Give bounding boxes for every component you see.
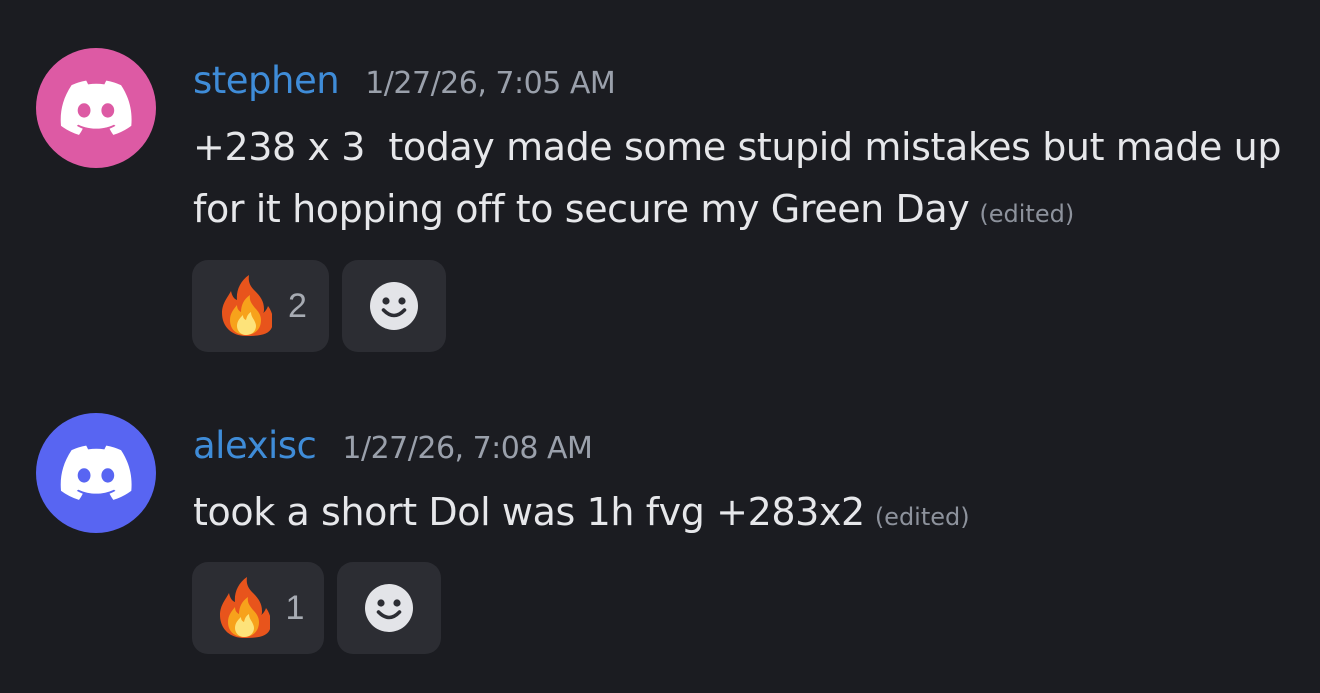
add-reaction-button[interactable]	[337, 562, 441, 654]
message-content: +238 x 3 today made some stupid mistakes…	[193, 116, 1303, 245]
reaction-fire[interactable]: 1	[192, 562, 324, 654]
reactions-bar: 2	[192, 260, 446, 352]
username[interactable]: alexisc	[193, 424, 317, 467]
message-header: alexisc 1/27/26, 7:08 AM	[193, 424, 593, 467]
add-reaction-button[interactable]	[342, 260, 446, 352]
reaction-fire[interactable]: 2	[192, 260, 329, 352]
smile-icon	[364, 583, 414, 633]
timestamp: 1/27/26, 7:05 AM	[365, 66, 616, 101]
avatar[interactable]	[36, 413, 156, 533]
message-content: took a short Dol was 1h fvg +283x2 (edite…	[193, 481, 1303, 548]
discord-icon	[60, 445, 132, 501]
fire-icon	[218, 576, 270, 640]
reaction-count: 2	[288, 286, 307, 325]
chat-message-list: stephen 1/27/26, 7:05 AM +238 x 3 today …	[0, 0, 1320, 693]
edited-label: (edited)	[979, 200, 1075, 228]
reaction-count: 1	[285, 588, 305, 627]
smile-icon	[369, 281, 419, 331]
edited-label: (edited)	[874, 503, 970, 531]
username[interactable]: stephen	[193, 59, 340, 102]
message-header: stephen 1/27/26, 7:05 AM	[193, 59, 616, 102]
avatar[interactable]	[36, 48, 156, 168]
timestamp: 1/27/26, 7:08 AM	[342, 431, 593, 466]
message-text: +238 x 3 today made some stupid mistakes…	[193, 125, 1293, 231]
fire-icon	[220, 274, 273, 338]
reactions-bar: 1	[192, 562, 441, 654]
message-text: took a short Dol was 1h fvg +283x2	[193, 490, 865, 534]
discord-icon	[60, 80, 132, 136]
